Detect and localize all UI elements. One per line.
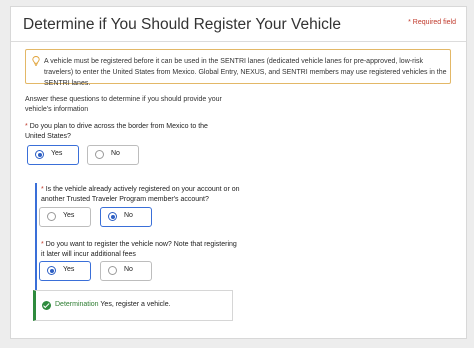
radio-unselected-icon[interactable] bbox=[47, 212, 56, 221]
q3-no-option[interactable]: No bbox=[100, 261, 152, 281]
question-text: Is the vehicle already actively register… bbox=[41, 186, 240, 203]
determination-label: Determination bbox=[55, 301, 99, 308]
option-label: No bbox=[124, 266, 133, 273]
determination-result: Determination Yes, register a vehicle. bbox=[33, 290, 233, 321]
required-star: * bbox=[41, 241, 44, 248]
registration-card: Determine if You Should Register Your Ve… bbox=[10, 6, 467, 339]
required-star: * bbox=[25, 123, 28, 130]
lightbulb-icon bbox=[32, 56, 40, 66]
page-title: Determine if You Should Register Your Ve… bbox=[23, 16, 341, 33]
question-text: Do you plan to drive across the border f… bbox=[25, 123, 208, 140]
determination-text: Determination Yes, register a vehicle. bbox=[55, 301, 171, 308]
radio-unselected-icon[interactable] bbox=[108, 266, 117, 275]
required-field-label: Required field bbox=[412, 19, 456, 26]
question-text: Do you want to register the vehicle now?… bbox=[41, 241, 237, 258]
question-register-now: * Do you want to register the vehicle now… bbox=[41, 240, 241, 260]
q3-yes-option[interactable]: Yes bbox=[39, 261, 91, 281]
radio-selected-icon[interactable] bbox=[47, 266, 56, 275]
question-drive-across-border: * Do you plan to drive across the border … bbox=[25, 122, 225, 142]
intro-text: Answer these questions to determine if y… bbox=[25, 96, 222, 113]
radio-selected-icon[interactable] bbox=[108, 212, 117, 221]
q1-yes-option[interactable]: Yes bbox=[27, 145, 79, 165]
option-label: Yes bbox=[63, 266, 75, 273]
option-label: Yes bbox=[63, 212, 75, 219]
radio-unselected-icon[interactable] bbox=[95, 150, 104, 159]
q2-yes-option[interactable]: Yes bbox=[39, 207, 91, 227]
determination-value: Yes, register a vehicle. bbox=[100, 301, 171, 308]
question-already-registered: * Is the vehicle already actively registe… bbox=[41, 185, 241, 205]
required-field-note: * Required field bbox=[408, 19, 456, 26]
q2-no-option[interactable]: No bbox=[100, 207, 152, 227]
option-label: No bbox=[111, 150, 120, 157]
info-text: A vehicle must be registered before it c… bbox=[44, 58, 447, 87]
required-star: * bbox=[408, 19, 411, 26]
q1-no-option[interactable]: No bbox=[87, 145, 139, 165]
option-label: No bbox=[124, 212, 133, 219]
option-label: Yes bbox=[51, 150, 63, 157]
info-callout: A vehicle must be registered before it c… bbox=[25, 49, 451, 87]
required-star: * bbox=[41, 186, 44, 193]
radio-selected-icon[interactable] bbox=[35, 150, 44, 159]
card-header: Determine if You Should Register Your Ve… bbox=[11, 7, 466, 42]
check-circle-icon bbox=[42, 301, 51, 310]
